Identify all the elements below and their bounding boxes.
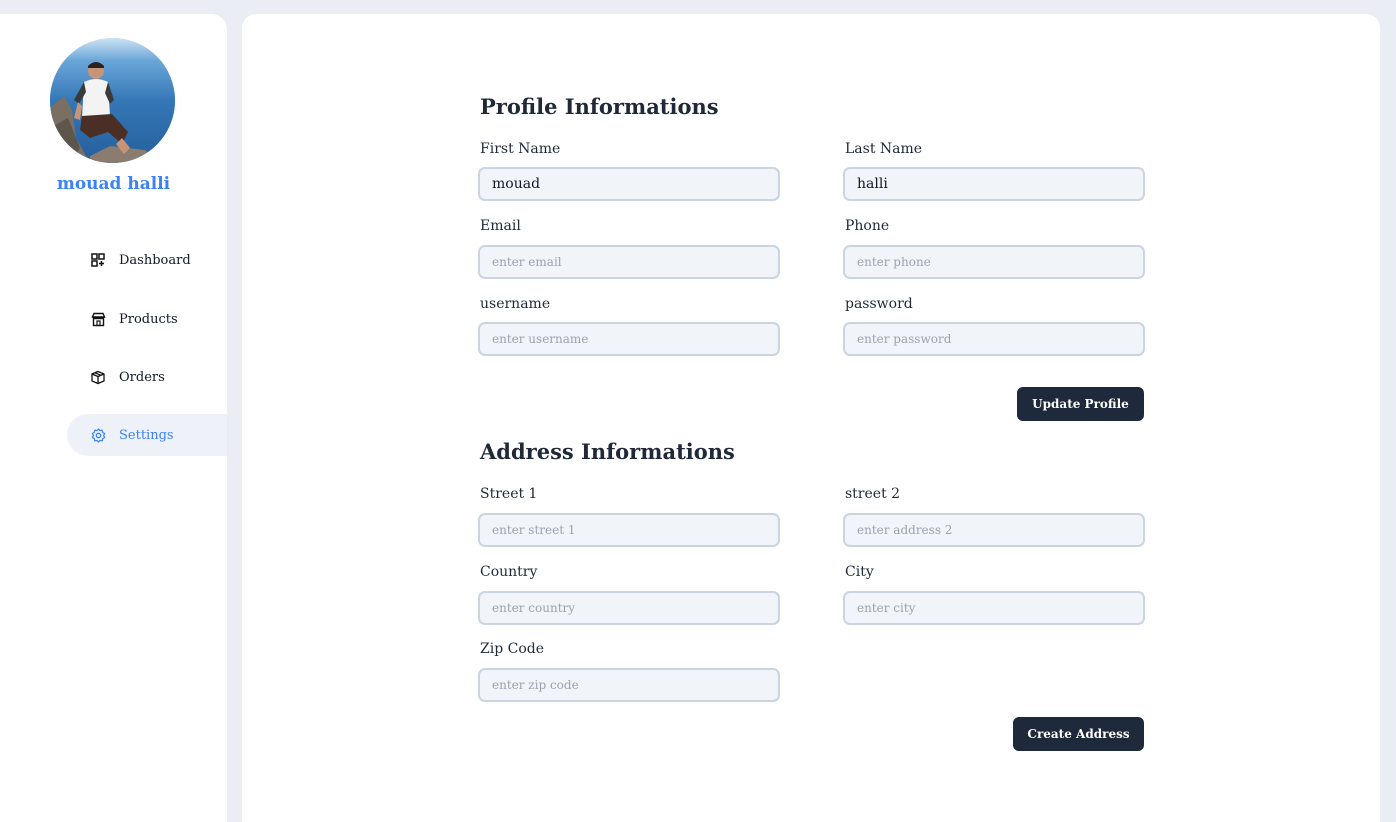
create-address-button[interactable]: Create Address xyxy=(1013,717,1144,751)
phone-field[interactable] xyxy=(843,245,1145,279)
street2-field[interactable] xyxy=(843,513,1145,547)
first-name-label: First Name xyxy=(480,141,561,157)
update-profile-button[interactable]: Update Profile xyxy=(1017,387,1144,421)
phone-label: Phone xyxy=(845,218,890,234)
city-field[interactable] xyxy=(843,591,1145,625)
store-icon xyxy=(90,311,106,327)
email-field[interactable] xyxy=(478,245,780,279)
main-content: Profile Informations First Name Last Nam… xyxy=(242,14,1380,822)
sidebar-item-products[interactable]: Products xyxy=(67,298,227,340)
city-label: City xyxy=(845,564,874,580)
sidebar-item-label: Settings xyxy=(119,427,174,443)
avatar[interactable] xyxy=(50,38,175,163)
user-name: mouad halli xyxy=(56,174,171,194)
gear-icon xyxy=(90,427,106,443)
password-field[interactable] xyxy=(843,322,1145,356)
street1-field[interactable] xyxy=(478,513,780,547)
email-label: Email xyxy=(480,218,521,234)
street2-label: street 2 xyxy=(845,486,901,502)
zip-code-label: Zip Code xyxy=(480,641,545,657)
username-label: username xyxy=(480,296,551,312)
address-section-title: Address Informations xyxy=(480,439,735,464)
street1-label: Street 1 xyxy=(480,486,538,502)
sidebar-item-dashboard[interactable]: Dashboard xyxy=(67,239,227,281)
sidebar-item-label: Orders xyxy=(119,369,165,385)
sidebar: mouad halli Dashboard Products Orders Se… xyxy=(0,14,227,822)
profile-section-title: Profile Informations xyxy=(480,94,719,119)
last-name-label: Last Name xyxy=(845,141,923,157)
password-label: password xyxy=(845,296,913,312)
sidebar-item-orders[interactable]: Orders xyxy=(67,356,227,398)
country-field[interactable] xyxy=(478,591,780,625)
box-icon xyxy=(90,369,106,385)
first-name-field[interactable] xyxy=(478,167,780,201)
country-label: Country xyxy=(480,564,538,580)
last-name-field[interactable] xyxy=(843,167,1145,201)
zip-code-field[interactable] xyxy=(478,668,780,702)
sidebar-item-settings[interactable]: Settings xyxy=(67,414,227,456)
dashboard-icon xyxy=(90,252,106,268)
avatar-photo xyxy=(50,38,175,163)
sidebar-item-label: Products xyxy=(119,311,178,327)
username-field[interactable] xyxy=(478,322,780,356)
sidebar-item-label: Dashboard xyxy=(119,252,191,268)
